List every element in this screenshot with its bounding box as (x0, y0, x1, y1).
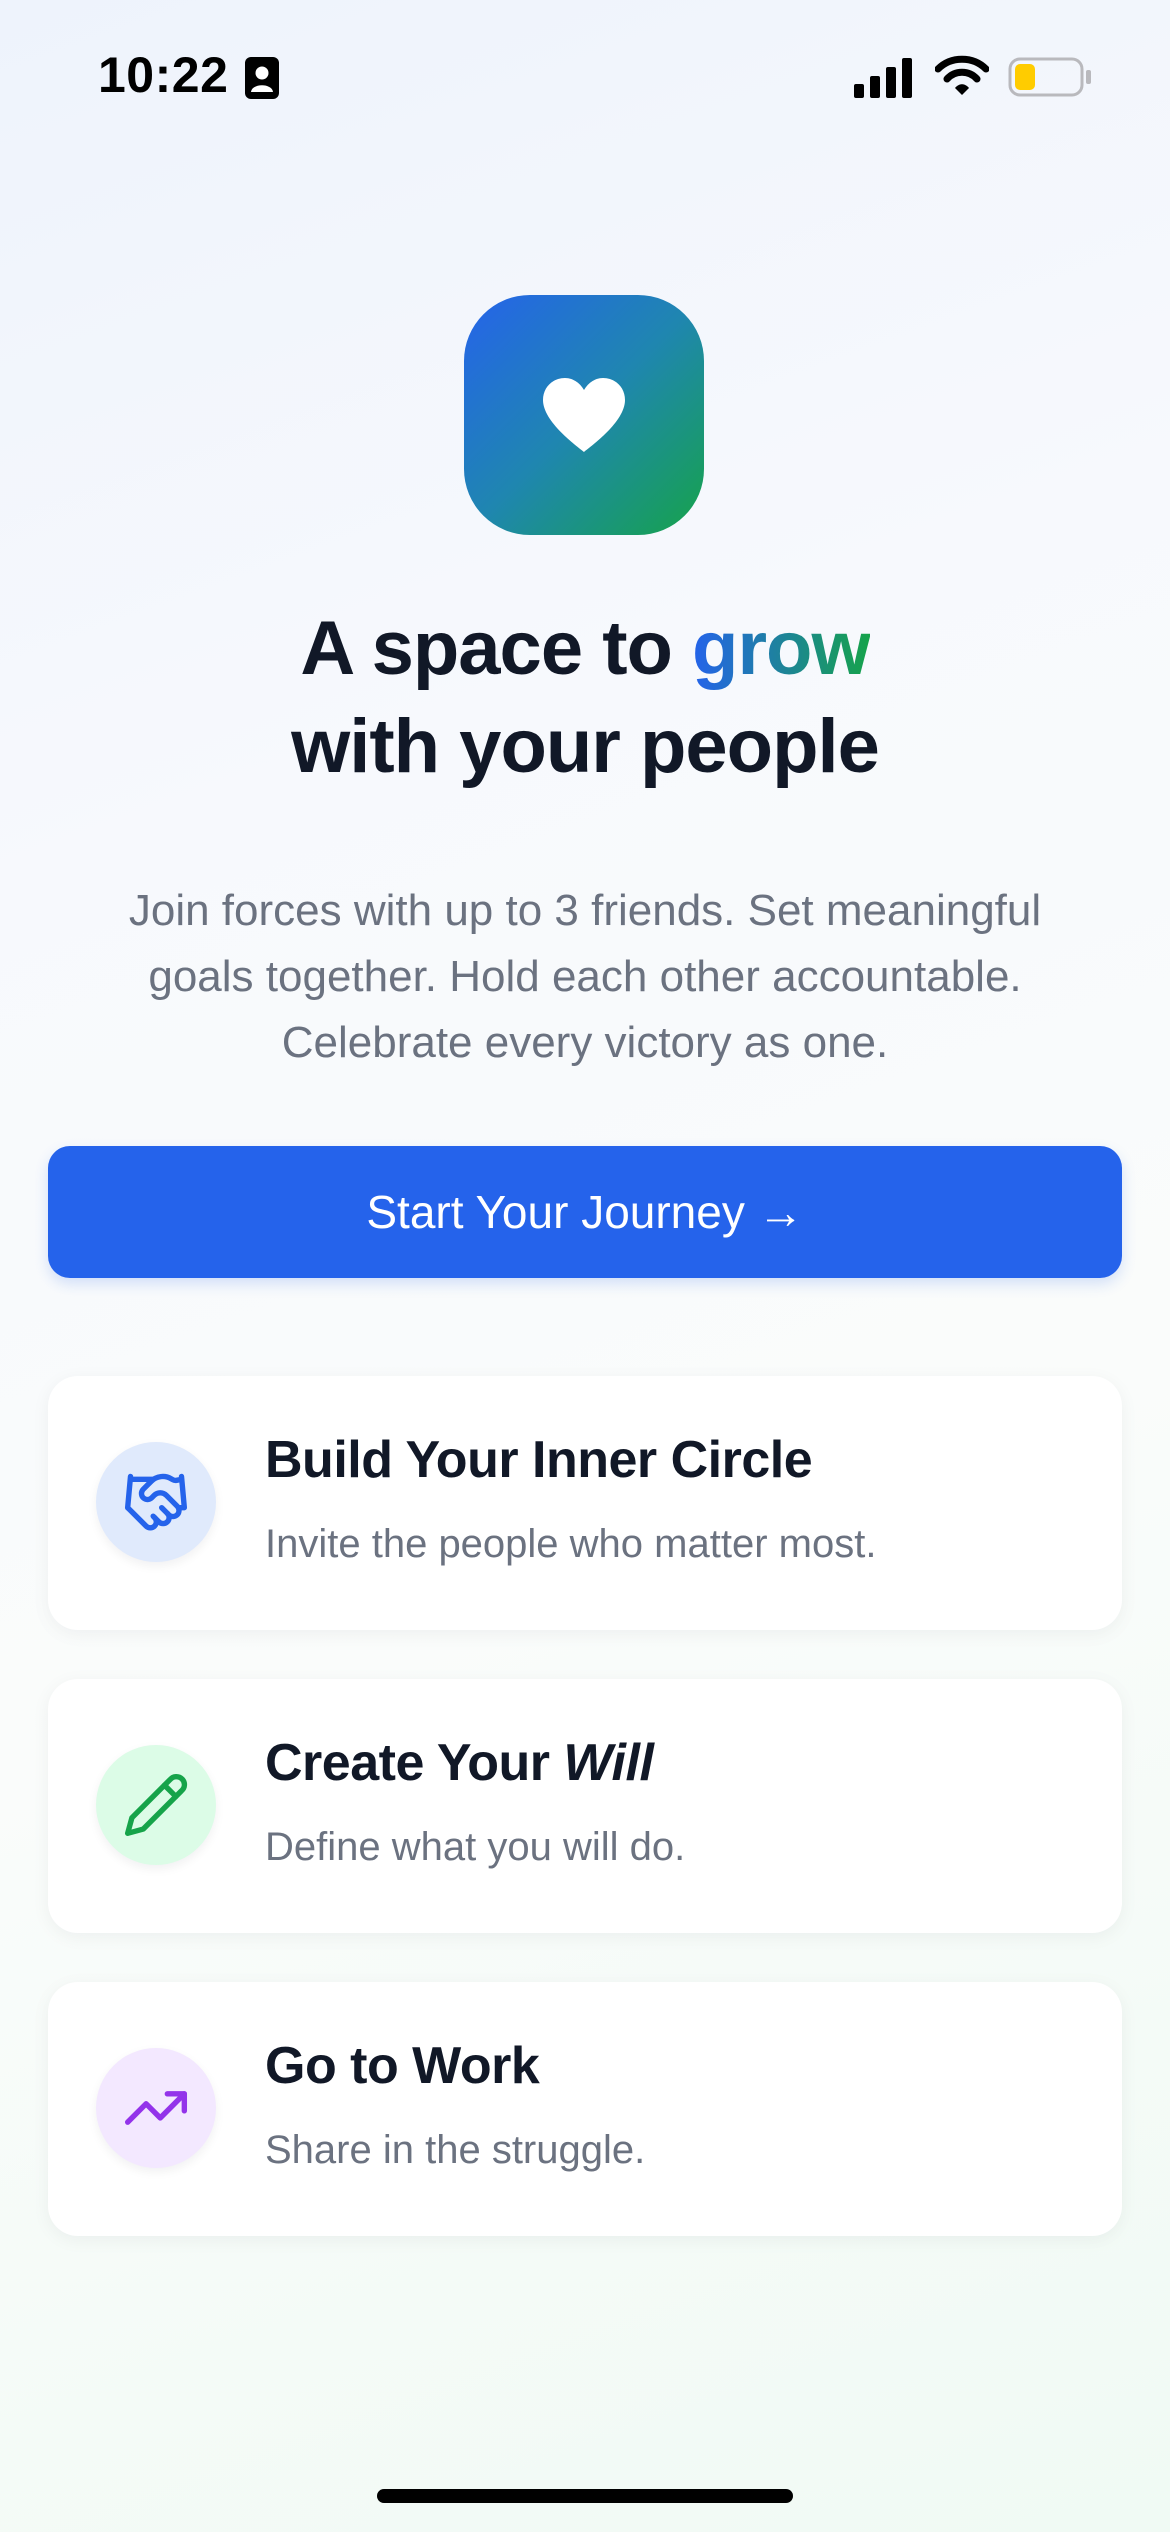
hero-description: Join forces with up to 3 friends. Set me… (128, 886, 1042, 1067)
cellular-signal-icon (854, 58, 912, 98)
feature-title: Build Your Inner Circle (265, 1431, 813, 1489)
contact-card-icon (245, 57, 279, 99)
feature-subtitle: Define what you will do. (265, 1825, 686, 1869)
headline-text: A space to (300, 606, 693, 691)
status-time: 10:22 (98, 47, 229, 103)
feature-icon-container (96, 1745, 216, 1865)
headline-highlight-word: grow (692, 606, 871, 691)
feature-card-inner-circle: Build Your Inner Circle Invite the peopl… (48, 1376, 1122, 1630)
app-logo (464, 295, 704, 535)
feature-card-go-to-work: Go to Work Share in the struggle. (48, 1982, 1122, 2236)
feature-title-text: Create Your (265, 1734, 564, 1792)
wifi-icon (935, 55, 989, 95)
feature-subtitle: Share in the struggle. (265, 2128, 646, 2172)
feature-icon-container (96, 2048, 216, 2168)
status-bar: 10:22 (0, 0, 1170, 150)
pencil-icon (124, 1773, 188, 1837)
feature-subtitle: Invite the people who matter most. (265, 1522, 877, 1566)
feature-title: Create Your Will (265, 1733, 654, 1793)
heart-icon (543, 378, 625, 452)
feature-icon-container (96, 1442, 216, 1562)
handshake-icon (124, 1473, 188, 1531)
trending-up-icon (124, 2091, 188, 2125)
start-journey-button[interactable]: Start Your Journey → (48, 1146, 1122, 1278)
headline: A space to grow with your people (0, 600, 1170, 796)
home-indicator[interactable] (377, 2489, 793, 2503)
battery-icon (1008, 57, 1091, 97)
feature-card-create-will: Create Your Will Define what you will do… (48, 1679, 1122, 1933)
feature-title-emphasis: Will (563, 1734, 654, 1792)
headline-line-2: with your people (291, 704, 880, 789)
feature-title: Go to Work (265, 2037, 540, 2095)
